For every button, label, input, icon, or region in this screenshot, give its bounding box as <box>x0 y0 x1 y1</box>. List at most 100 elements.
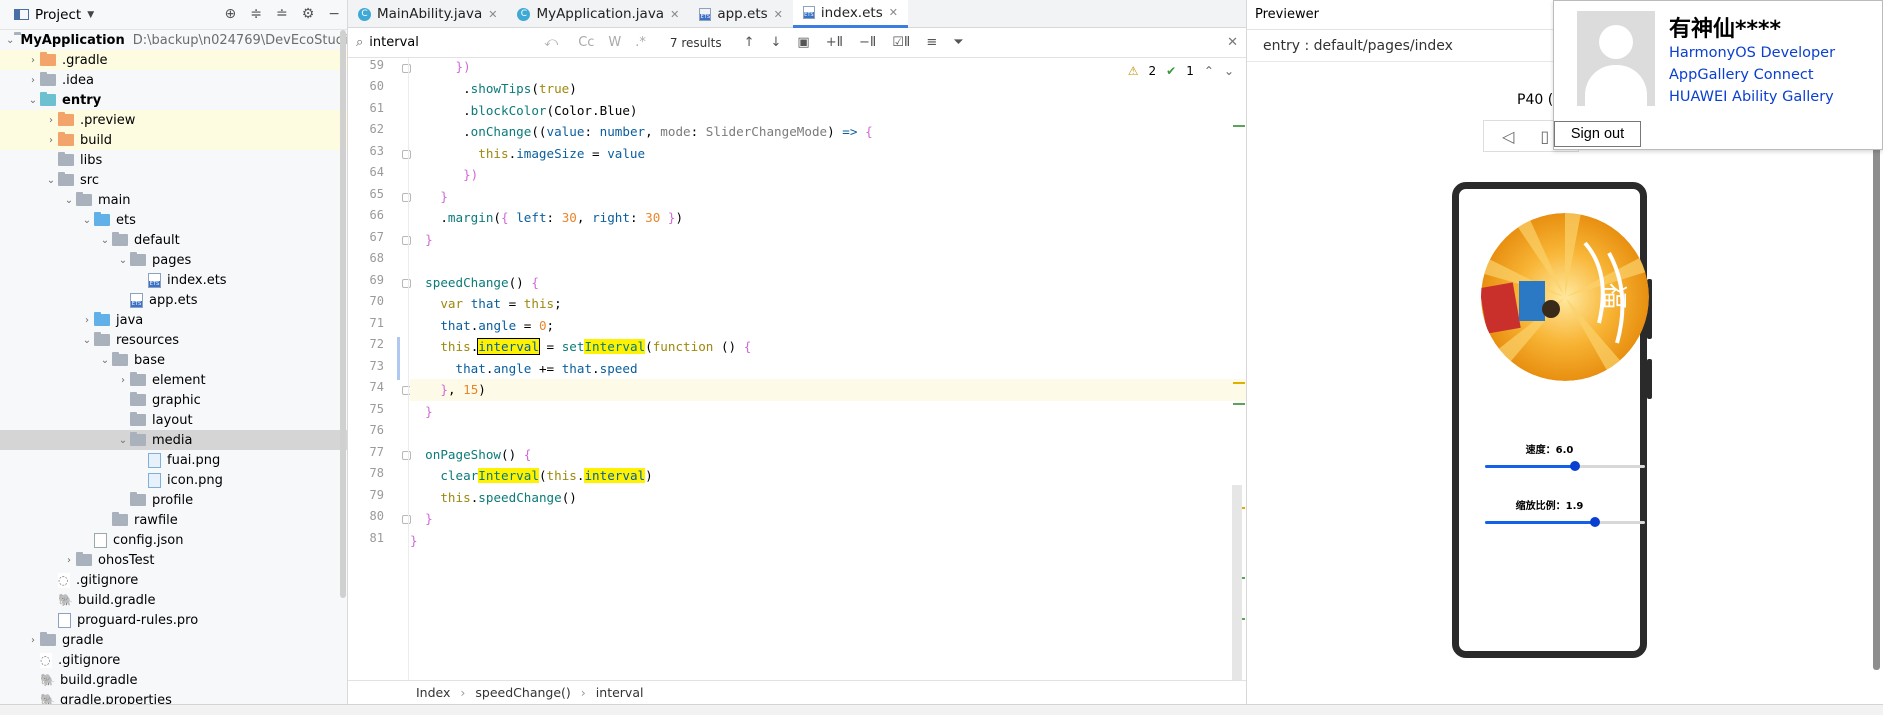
minimize-icon[interactable]: − <box>328 6 340 22</box>
search-icon[interactable]: ⌕ <box>356 35 363 50</box>
filter-icon[interactable]: ⏷ <box>953 35 963 50</box>
chevron-down-icon[interactable]: ⌄ <box>44 175 58 186</box>
scale-slider[interactable] <box>1485 517 1645 527</box>
whole-word-toggle[interactable]: W <box>608 35 621 50</box>
tree-item-preview[interactable]: › .preview <box>0 110 347 130</box>
chevron-down-icon[interactable]: ⌄ <box>80 335 94 346</box>
project-scrollbar[interactable] <box>340 30 346 598</box>
tree-item-entry[interactable]: ⌄ entry <box>0 90 347 110</box>
tab-mainability-java[interactable]: C MainAbility.java ✕ <box>348 0 507 28</box>
select-all-occurrences-icon[interactable]: ☑Ⅱ <box>892 35 910 50</box>
chevron-right-icon[interactable]: › <box>62 555 76 566</box>
tree-item-default[interactable]: ⌄ default <box>0 230 347 250</box>
locate-icon[interactable]: ⊕ <box>225 6 237 22</box>
chevron-down-icon[interactable]: ⌄ <box>116 255 130 266</box>
chevron-down-icon[interactable]: ⌄ <box>80 215 94 226</box>
json-file-icon <box>94 532 107 548</box>
chevron-down-icon[interactable]: ⌄ <box>98 355 112 366</box>
tab-app-ets[interactable]: app.ets ✕ <box>689 0 793 28</box>
tree-item-element[interactable]: › element <box>0 370 347 390</box>
tree-item-entry-build-gradle[interactable]: 🐘 build.gradle <box>0 590 347 610</box>
regex-toggle[interactable]: .* <box>635 35 646 50</box>
chevron-down-icon[interactable]: ⌄ <box>62 195 76 206</box>
back-icon[interactable]: ◁ <box>1502 127 1514 146</box>
speed-slider[interactable] <box>1485 461 1645 471</box>
expand-all-icon[interactable]: ≑ <box>250 6 262 22</box>
tree-item-build[interactable]: › build <box>0 130 347 150</box>
chevron-down-icon[interactable]: ⌄ <box>26 95 40 106</box>
tree-item-pages[interactable]: ⌄ pages <box>0 250 347 270</box>
tree-item-app-ets[interactable]: app.ets <box>0 290 347 310</box>
close-find-icon[interactable]: ✕ <box>1227 35 1238 50</box>
breadcrumb-item[interactable]: Index <box>416 685 450 700</box>
add-occurrence-icon[interactable]: +Ⅱ <box>826 35 843 50</box>
chevron-right-icon[interactable]: › <box>26 55 40 66</box>
tree-item-gradle[interactable]: › gradle <box>0 630 347 650</box>
tree-item-java[interactable]: › java <box>0 310 347 330</box>
tree-item-ets[interactable]: ⌄ ets <box>0 210 347 230</box>
arrow-down-icon[interactable]: ↓ <box>770 35 781 50</box>
line-gutter[interactable]: 59 60 61 62 63 64 65 66 67 68 69 70 71 7… <box>348 58 411 680</box>
tree-item-layout[interactable]: layout <box>0 410 347 430</box>
close-icon[interactable]: ✕ <box>774 8 783 21</box>
chevron-right-icon[interactable]: › <box>44 135 58 146</box>
tree-item-base[interactable]: ⌄ base <box>0 350 347 370</box>
breadcrumb-item[interactable]: interval <box>596 685 644 700</box>
match-case-toggle[interactable]: Cc <box>578 35 594 50</box>
tree-item-idea[interactable]: › .idea <box>0 70 347 90</box>
chevron-right-icon[interactable]: › <box>26 635 40 646</box>
tree-item-rawfile[interactable]: rawfile <box>0 510 347 530</box>
tab-index-ets[interactable]: index.ets ✕ <box>792 0 908 28</box>
link-huawei-ability-gallery[interactable]: HUAWEI Ability Gallery <box>1669 89 1834 105</box>
chevron-right-icon[interactable]: › <box>26 75 40 86</box>
remove-occurrence-icon[interactable]: −Ⅱ <box>859 35 876 50</box>
tree-item-profile[interactable]: profile <box>0 490 347 510</box>
chevron-down-icon[interactable]: ⌄ <box>116 435 130 446</box>
scale-slider-handle[interactable] <box>1590 517 1601 527</box>
tree-item-graphic[interactable]: graphic <box>0 390 347 410</box>
collapse-all-icon[interactable]: ≐ <box>276 6 288 22</box>
code-area[interactable]: }) .showTips(true) .blockColor(Color.Blu… <box>410 58 1246 680</box>
link-appgallery-connect[interactable]: AppGallery Connect <box>1669 67 1814 83</box>
rotate-icon[interactable]: ▯ <box>1540 127 1549 146</box>
tree-item-media[interactable]: ⌄ media <box>0 430 347 450</box>
breadcrumb-item[interactable]: speedChange() <box>475 685 570 700</box>
chevron-down-icon[interactable]: ⌄ <box>98 235 112 246</box>
close-icon[interactable]: ✕ <box>670 8 679 21</box>
arrow-up-icon[interactable]: ↑ <box>744 35 755 50</box>
tree-item-index-ets[interactable]: index.ets <box>0 270 347 290</box>
tree-item-libs[interactable]: libs <box>0 150 347 170</box>
tree-item-src[interactable]: ⌄ src <box>0 170 347 190</box>
tree-item-proguard[interactable]: proguard-rules.pro <box>0 610 347 630</box>
chevron-right-icon[interactable]: › <box>80 315 94 326</box>
link-harmonyos-developer[interactable]: HarmonyOS Developer <box>1669 45 1835 61</box>
previewer-scrollbar[interactable] <box>1873 130 1880 670</box>
tree-item-myapplication[interactable]: ⌄ MyApplication D:\backup\n024769\DevEco… <box>0 30 347 50</box>
filter-lines-icon[interactable]: ≡ <box>926 35 937 50</box>
tree-item-icon-png[interactable]: icon.png <box>0 470 347 490</box>
speed-slider-handle[interactable] <box>1569 461 1580 471</box>
tree-item-gradle-dir[interactable]: › .gradle <box>0 50 347 70</box>
tree-item-entry-gitignore[interactable]: .gitignore <box>0 570 347 590</box>
find-input[interactable]: interval <box>369 35 544 50</box>
chevron-right-icon[interactable]: › <box>116 375 130 386</box>
chevron-right-icon[interactable]: › <box>44 115 58 126</box>
history-icon[interactable]: ⤺ <box>544 35 558 50</box>
tree-item-ohostest[interactable]: › ohosTest <box>0 550 347 570</box>
sign-out-button[interactable]: Sign out <box>1554 121 1641 147</box>
tab-myapplication-java[interactable]: C MyApplication.java ✕ <box>507 0 689 28</box>
tree-item-resources[interactable]: ⌄ resources <box>0 330 347 350</box>
tree-item-root-build-gradle[interactable]: 🐘 build.gradle <box>0 670 347 690</box>
editor-scrollbar[interactable] <box>1232 485 1242 680</box>
chevron-down-icon[interactable]: ⌄ <box>6 35 14 46</box>
device-label[interactable]: P40 ( <box>1517 92 1553 108</box>
tree-item-main[interactable]: ⌄ main <box>0 190 347 210</box>
close-icon[interactable]: ✕ <box>889 6 898 19</box>
close-icon[interactable]: ✕ <box>488 8 497 21</box>
gear-icon[interactable]: ⚙ <box>302 6 315 22</box>
open-in-window-icon[interactable]: ▣ <box>797 35 809 50</box>
tree-item-root-gitignore[interactable]: .gitignore <box>0 650 347 670</box>
tree-item-fuai-png[interactable]: fuai.png <box>0 450 347 470</box>
tree-item-config-json[interactable]: config.json <box>0 530 347 550</box>
project-view-selector[interactable]: Project ▼ <box>14 7 94 23</box>
